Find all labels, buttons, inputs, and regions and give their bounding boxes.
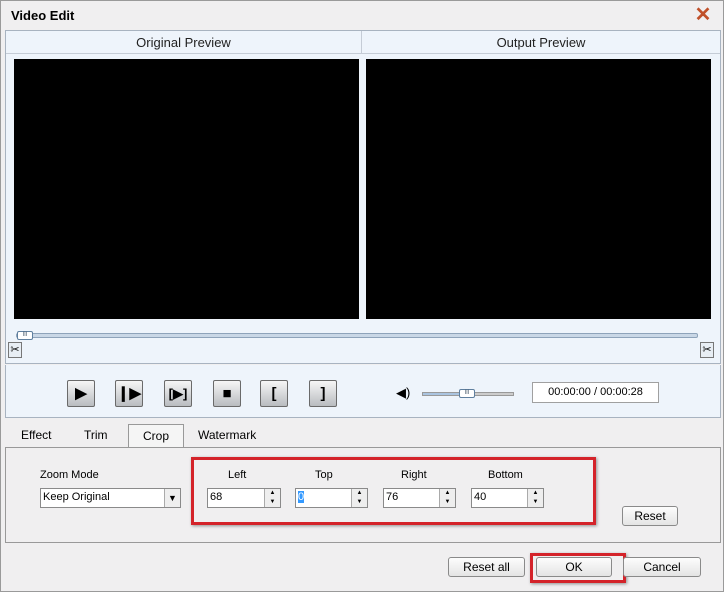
- chevron-down-icon[interactable]: ▼: [164, 489, 180, 507]
- trim-start-scissors-icon[interactable]: ✂: [8, 342, 22, 358]
- spin-arrows-icon[interactable]: ▲ ▼: [351, 489, 367, 507]
- mark-in-button[interactable]: [: [260, 380, 288, 407]
- tab-watermark[interactable]: Watermark: [190, 424, 264, 448]
- original-preview-screen: [14, 59, 359, 319]
- output-preview-screen: [366, 59, 711, 319]
- bottom-input[interactable]: 40 ▲ ▼: [471, 488, 544, 508]
- mark-out-button[interactable]: ]: [309, 380, 337, 407]
- seek-thumb[interactable]: III: [17, 331, 33, 340]
- top-input[interactable]: 0 ▲ ▼: [295, 488, 368, 508]
- spin-arrows-icon[interactable]: ▲ ▼: [439, 489, 455, 507]
- zoom-mode-value: Keep Original: [43, 491, 110, 503]
- seek-slider[interactable]: III: [16, 331, 698, 340]
- playback-controls: ▶ ❙▶ [▶] ■ [ ] ◀) III 00:00:00 / 00:00:2…: [5, 365, 721, 418]
- tab-effect[interactable]: Effect: [13, 424, 59, 448]
- crop-panel: Zoom Mode Keep Original ▼ Left 68 ▲ ▼ Top …: [5, 447, 721, 543]
- right-input[interactable]: 76 ▲ ▼: [383, 488, 456, 508]
- reset-button[interactable]: Reset: [622, 506, 678, 526]
- zoom-mode-label: Zoom Mode: [40, 469, 99, 481]
- play-segment-button[interactable]: [▶]: [164, 380, 192, 407]
- play-button[interactable]: ▶: [67, 380, 95, 407]
- bottom-label: Bottom: [488, 469, 523, 481]
- step-forward-button[interactable]: ❙▶: [115, 380, 143, 407]
- volume-slider[interactable]: III: [422, 389, 514, 398]
- right-label: Right: [401, 469, 427, 481]
- volume-thumb[interactable]: III: [459, 389, 475, 398]
- left-input[interactable]: 68 ▲ ▼: [207, 488, 281, 508]
- trim-end-scissors-icon[interactable]: ✂: [700, 342, 714, 358]
- tab-crop[interactable]: Crop: [128, 424, 184, 448]
- reset-all-button[interactable]: Reset all: [448, 557, 525, 577]
- dialog-title: Video Edit: [11, 8, 75, 23]
- preview-area: Original Preview Output Preview III ✂ ✂: [5, 30, 721, 364]
- time-display: 00:00:00 / 00:00:28: [532, 382, 659, 403]
- close-icon[interactable]: ✕: [693, 5, 713, 26]
- spin-arrows-icon[interactable]: ▲ ▼: [527, 489, 543, 507]
- output-preview-label: Output Preview: [362, 31, 720, 54]
- top-label: Top: [315, 469, 333, 481]
- cancel-button[interactable]: Cancel: [623, 557, 701, 577]
- ok-highlight-box: [530, 553, 626, 583]
- video-edit-dialog: Video Edit ✕ Original Preview Output Pre…: [0, 0, 724, 592]
- stop-button[interactable]: ■: [213, 380, 241, 407]
- left-label: Left: [228, 469, 247, 481]
- original-preview-label: Original Preview: [6, 31, 362, 54]
- zoom-mode-select[interactable]: Keep Original ▼: [40, 488, 181, 508]
- volume-icon: ◀): [396, 385, 411, 400]
- spin-arrows-icon[interactable]: ▲ ▼: [264, 489, 280, 507]
- tab-trim[interactable]: Trim: [76, 424, 116, 448]
